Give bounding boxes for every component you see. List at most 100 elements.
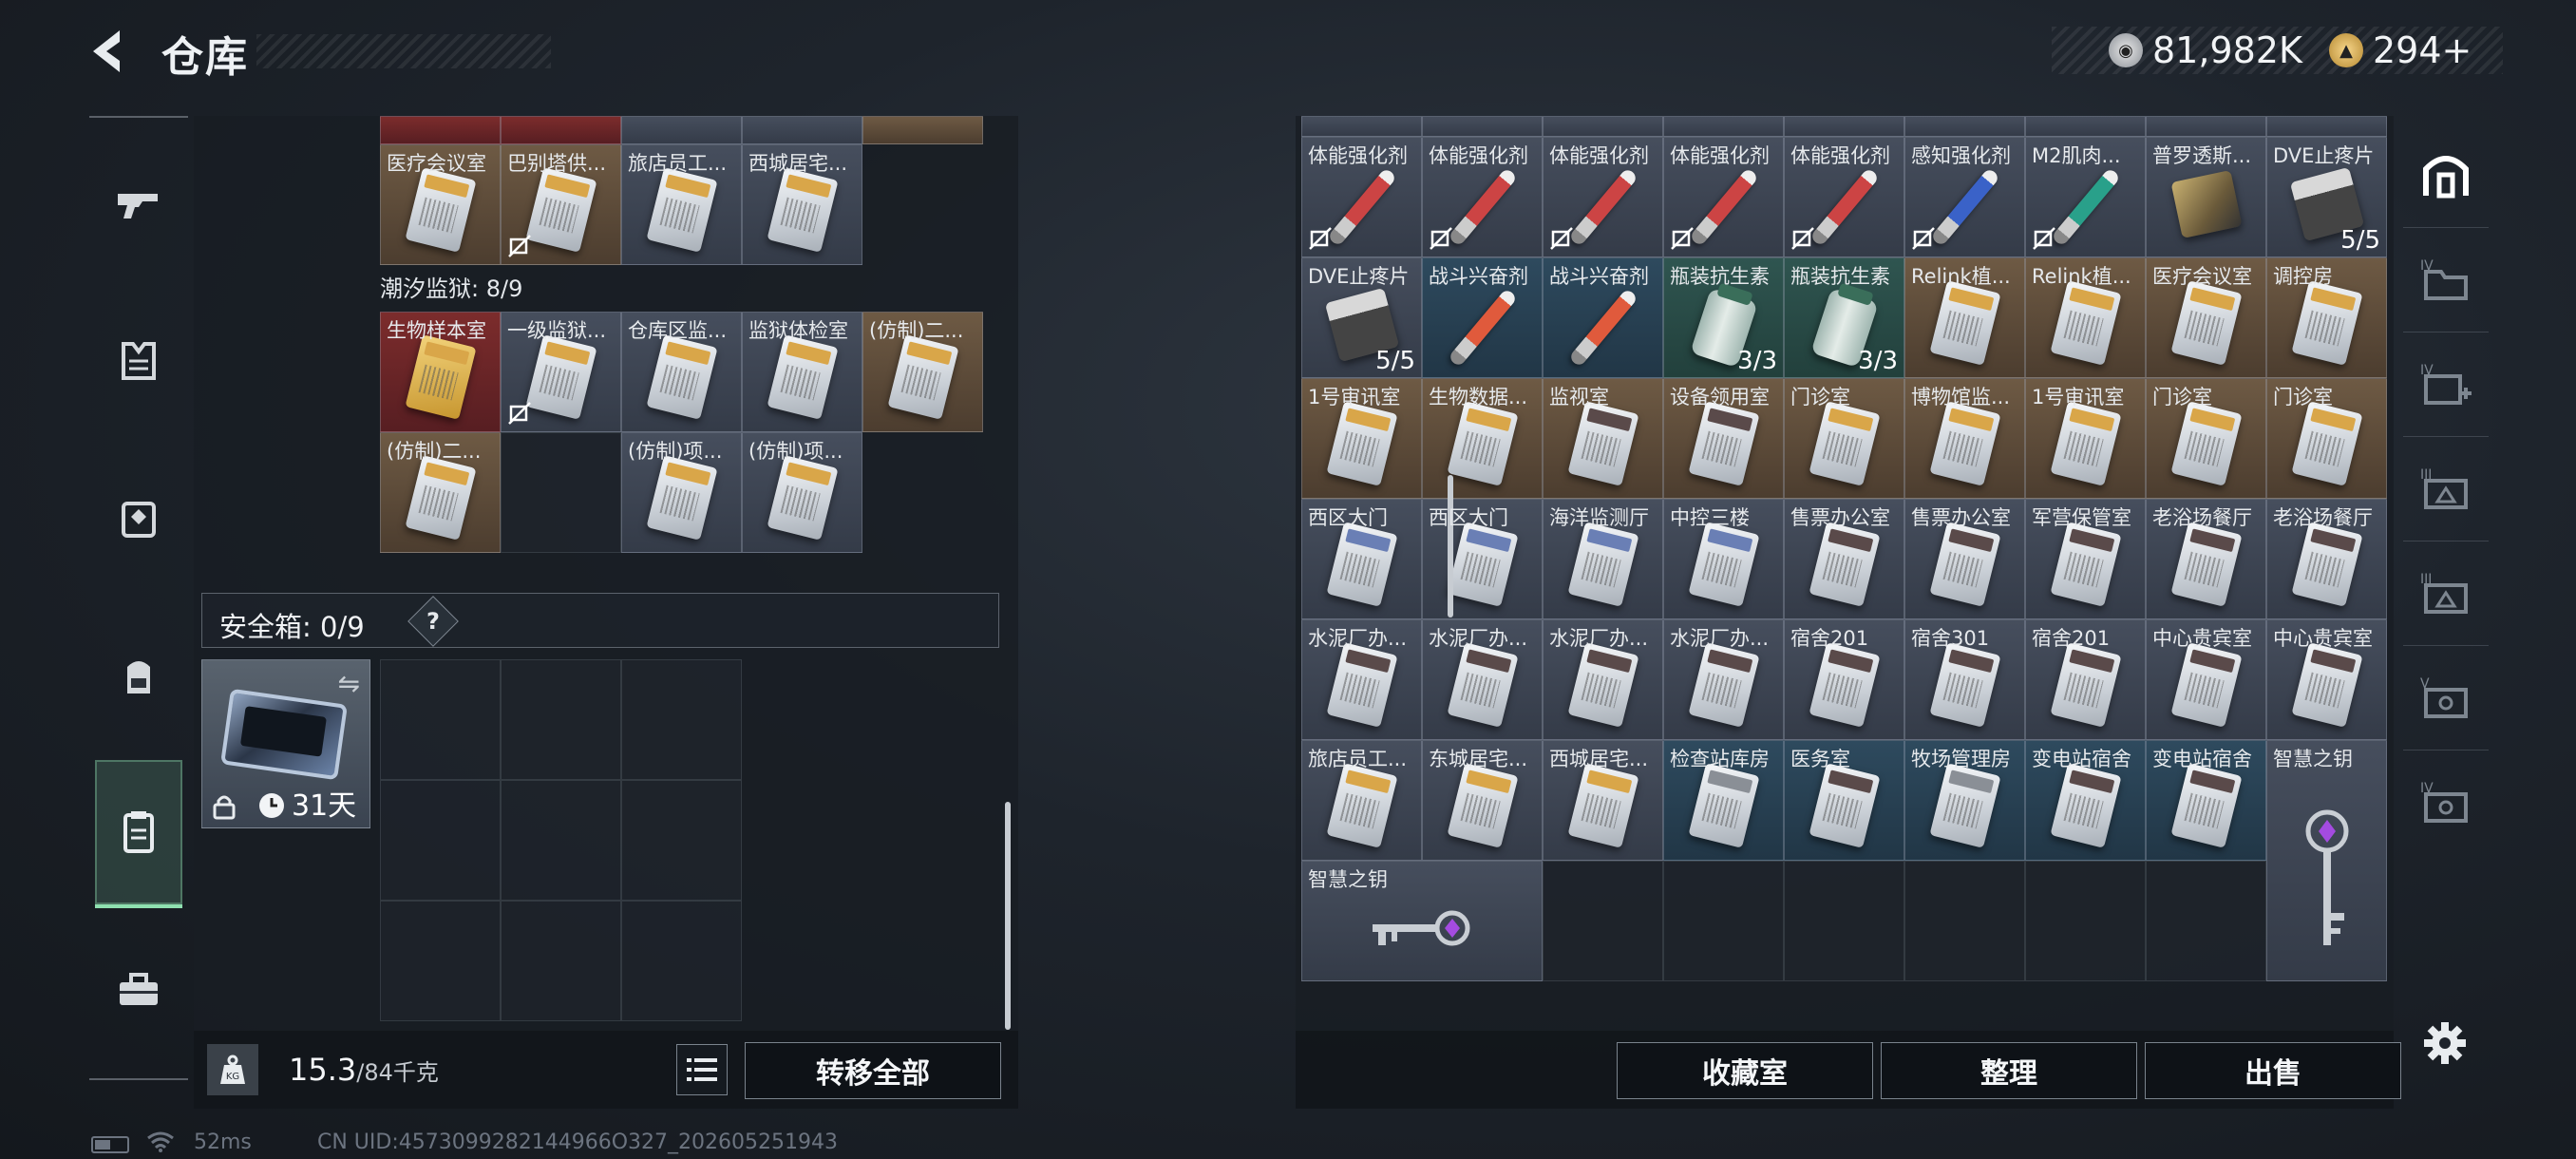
item-slot[interactable]: 战斗兴奋剂 — [1422, 257, 1543, 378]
item-slot[interactable]: 西区大门 — [1422, 499, 1543, 619]
item-slot[interactable]: DVE止疼片 5/5 — [2266, 137, 2387, 257]
item-slot[interactable]: 西城居宅... — [742, 144, 862, 265]
item-slot[interactable] — [621, 116, 742, 144]
nav-tab-toolbox[interactable] — [95, 933, 182, 1047]
item-slot[interactable]: 监视室 — [1543, 378, 1663, 499]
filter-tab-folder[interactable]: IV — [2403, 228, 2489, 332]
item-slot[interactable] — [1904, 116, 2025, 137]
item-slot[interactable] — [1543, 116, 1663, 137]
empty-slot[interactable] — [380, 780, 501, 901]
item-slot[interactable]: 西区大门 — [1301, 499, 1422, 619]
sell-button[interactable]: 出售 — [2145, 1042, 2401, 1099]
item-slot[interactable]: Relink植... — [2025, 257, 2146, 378]
item-slot[interactable]: 门诊室 — [1784, 378, 1904, 499]
item-slot[interactable]: 感知强化剂 — [1904, 137, 2025, 257]
item-slot[interactable]: 海洋监测厅 — [1543, 499, 1663, 619]
empty-slot[interactable] — [501, 780, 621, 901]
item-slot[interactable]: 战斗兴奋剂 — [1543, 257, 1663, 378]
item-slot[interactable]: 老浴场餐厅 — [2146, 499, 2266, 619]
item-slot[interactable]: 医务室 — [1784, 740, 1904, 861]
gold-currency[interactable]: ▲ 294+ — [2329, 27, 2472, 74]
item-slot[interactable]: 生物样本室 — [380, 312, 501, 432]
item-slot[interactable]: 售票办公室 — [1904, 499, 2025, 619]
item-slot[interactable]: 瓶装抗生素 3/3 — [1784, 257, 1904, 378]
empty-slot[interactable] — [380, 659, 501, 780]
item-slot[interactable]: 生物数据... — [1422, 378, 1543, 499]
filter-tab-keycard-a[interactable]: III — [2403, 437, 2489, 542]
item-slot[interactable]: 变电站宿舍 — [2146, 740, 2266, 861]
empty-slot[interactable] — [1543, 861, 1663, 981]
item-slot[interactable] — [2266, 116, 2387, 137]
filter-tab-case-b[interactable]: IV — [2403, 750, 2489, 855]
item-slot[interactable]: M2肌肉... — [2025, 137, 2146, 257]
item-slot[interactable]: (仿制)项... — [621, 432, 742, 553]
item-slot[interactable] — [1784, 116, 1904, 137]
item-slot[interactable]: 体能强化剂 — [1301, 137, 1422, 257]
item-slot[interactable]: 牧场管理房 — [1904, 740, 2025, 861]
help-button[interactable]: ? — [407, 596, 459, 647]
item-slot[interactable]: 水泥厂办... — [1422, 619, 1543, 740]
item-slot[interactable]: 西城居宅... — [1543, 740, 1663, 861]
item-slot[interactable]: DVE止疼片 5/5 — [1301, 257, 1422, 378]
item-slot[interactable]: 售票办公室 — [1784, 499, 1904, 619]
empty-slot[interactable] — [621, 659, 742, 780]
empty-slot[interactable] — [621, 901, 742, 1021]
sort-button[interactable]: 整理 — [1881, 1042, 2137, 1099]
item-slot[interactable]: (仿制)二... — [380, 432, 501, 553]
item-slot[interactable]: 中控三楼 — [1663, 499, 1784, 619]
nav-tab-safe-box[interactable] — [95, 760, 182, 908]
collection-room-button[interactable]: 收藏室 — [1617, 1042, 1873, 1099]
nav-tab-chest-rig[interactable] — [95, 462, 182, 576]
back-arrow-icon[interactable] — [84, 25, 137, 78]
empty-slot[interactable] — [2146, 861, 2266, 981]
item-slot[interactable] — [1301, 116, 1422, 137]
item-slot[interactable]: 巴别塔供... — [501, 144, 621, 265]
item-slot[interactable]: 调控房 — [2266, 257, 2387, 378]
filter-tab-all[interactable] — [2403, 124, 2489, 228]
item-slot[interactable] — [380, 116, 501, 144]
item-slot[interactable]: 医疗会议室 — [2146, 257, 2266, 378]
item-slot[interactable]: Relink植... — [1904, 257, 2025, 378]
item-slot[interactable]: 中心贵宾室 — [2266, 619, 2387, 740]
item-slot[interactable]: 旅店员工... — [621, 144, 742, 265]
item-slot[interactable]: 宿舍201 — [1784, 619, 1904, 740]
empty-slot[interactable] — [1784, 861, 1904, 981]
scrollbar[interactable] — [1005, 802, 1011, 1030]
item-slot[interactable] — [742, 116, 862, 144]
filter-tab-case-a[interactable]: V — [2403, 646, 2489, 750]
transfer-all-button[interactable]: 转移全部 — [745, 1042, 1001, 1099]
empty-slot[interactable] — [621, 780, 742, 901]
item-slot[interactable]: 监狱体检室 — [742, 312, 862, 432]
item-slot[interactable]: 体能强化剂 — [1663, 137, 1784, 257]
item-slot[interactable]: (仿制)二... — [862, 312, 983, 432]
item-slot[interactable] — [1422, 116, 1543, 137]
item-slot[interactable]: 门诊室 — [2146, 378, 2266, 499]
item-slot[interactable]: 水泥厂办... — [1301, 619, 1422, 740]
item-slot[interactable]: 水泥厂办... — [1543, 619, 1663, 740]
nav-tab-backpack[interactable] — [95, 619, 182, 733]
item-slot[interactable]: 博物馆监... — [1904, 378, 2025, 499]
empty-slot[interactable] — [380, 901, 501, 1021]
item-slot[interactable] — [2146, 116, 2266, 137]
item-slot[interactable]: 水泥厂办... — [1663, 619, 1784, 740]
item-slot[interactable]: 旅店员工... — [1301, 740, 1422, 861]
scrollbar[interactable] — [1448, 475, 1453, 618]
item-slot[interactable]: 普罗透斯... — [2146, 137, 2266, 257]
empty-slot[interactable] — [1663, 861, 1784, 981]
empty-slot[interactable] — [501, 901, 621, 1021]
swap-icon[interactable]: ⇋ — [338, 668, 360, 699]
item-slot[interactable]: 仓库区监... — [621, 312, 742, 432]
item-slot[interactable]: (仿制)项... — [742, 432, 862, 553]
item-slot[interactable]: 一级监狱... — [501, 312, 621, 432]
item-slot[interactable]: 宿舍301 — [1904, 619, 2025, 740]
item-slot[interactable] — [2025, 116, 2146, 137]
item-slot[interactable]: 中心贵宾室 — [2146, 619, 2266, 740]
empty-slot[interactable] — [501, 659, 621, 780]
nav-tab-weapons[interactable] — [95, 146, 182, 260]
empty-slot[interactable] — [2025, 861, 2146, 981]
item-slot[interactable]: 1号审讯室 — [1301, 378, 1422, 499]
item-slot[interactable]: 瓶装抗生素 3/3 — [1663, 257, 1784, 378]
item-slot[interactable]: 门诊室 — [2266, 378, 2387, 499]
item-slot[interactable]: 设备领用室 — [1663, 378, 1784, 499]
item-slot-wisdom-key[interactable]: 智慧之钥 — [1301, 861, 1543, 981]
